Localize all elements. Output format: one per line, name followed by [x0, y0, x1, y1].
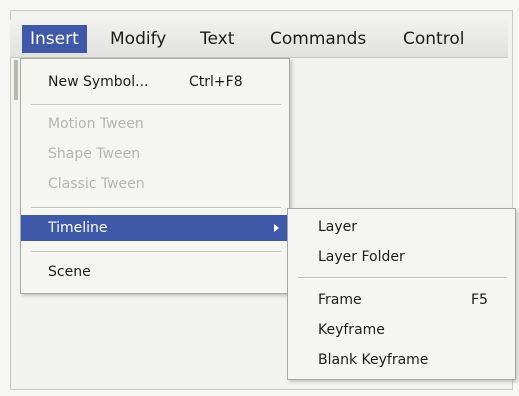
menu-item-label: Layer Folder — [318, 249, 405, 265]
submenu-item-layer[interactable]: Layer — [288, 215, 515, 239]
menu-item-scene[interactable]: Scene — [21, 259, 289, 285]
menu-item-label: Keyframe — [318, 322, 385, 338]
submenu-item-layer-folder[interactable]: Layer Folder — [288, 245, 515, 269]
menu-text[interactable]: Text — [192, 25, 242, 53]
menu-modify[interactable]: Modify — [102, 25, 174, 53]
menu-commands[interactable]: Commands — [262, 25, 374, 53]
menu-separator — [31, 251, 281, 253]
menu-item-label: Layer — [318, 219, 358, 235]
menu-item-label: Shape Tween — [48, 146, 141, 162]
menu-item-shortcut: Ctrl+F8 — [189, 74, 243, 90]
stage-edge — [14, 60, 18, 100]
menu-item-classic-tween[interactable]: Classic Tween — [21, 171, 289, 197]
menu-separator — [31, 104, 281, 106]
submenu-item-frame[interactable]: Frame F5 — [288, 288, 515, 312]
menu-insert[interactable]: Insert — [22, 25, 87, 53]
menu-item-label: Scene — [48, 264, 91, 280]
menu-item-label: New Symbol... — [48, 74, 149, 90]
insert-menu: New Symbol... Ctrl+F8 Motion Tween Shape… — [20, 58, 290, 294]
menu-separator — [31, 207, 281, 209]
menu-item-timeline[interactable]: Timeline — [21, 215, 289, 241]
menu-item-shortcut: F5 — [471, 292, 488, 308]
submenu-item-keyframe[interactable]: Keyframe — [288, 318, 515, 342]
menu-item-label: Blank Keyframe — [318, 352, 429, 368]
menu-bar: Insert Modify Text Commands Control — [10, 20, 508, 58]
menu-item-label: Classic Tween — [48, 176, 145, 192]
menu-item-label: Timeline — [48, 220, 108, 236]
menu-item-label: Frame — [318, 292, 362, 308]
menu-item-shape-tween[interactable]: Shape Tween — [21, 141, 289, 167]
menu-control[interactable]: Control — [395, 25, 472, 53]
menu-item-label: Motion Tween — [48, 116, 144, 132]
submenu-item-blank-keyframe[interactable]: Blank Keyframe — [288, 348, 515, 372]
menu-separator — [298, 277, 507, 279]
timeline-submenu: Layer Layer Folder Frame F5 Keyframe Bla… — [287, 208, 516, 380]
submenu-arrow-icon — [274, 224, 279, 232]
menu-item-new-symbol[interactable]: New Symbol... Ctrl+F8 — [21, 69, 289, 95]
menu-item-motion-tween[interactable]: Motion Tween — [21, 111, 289, 137]
